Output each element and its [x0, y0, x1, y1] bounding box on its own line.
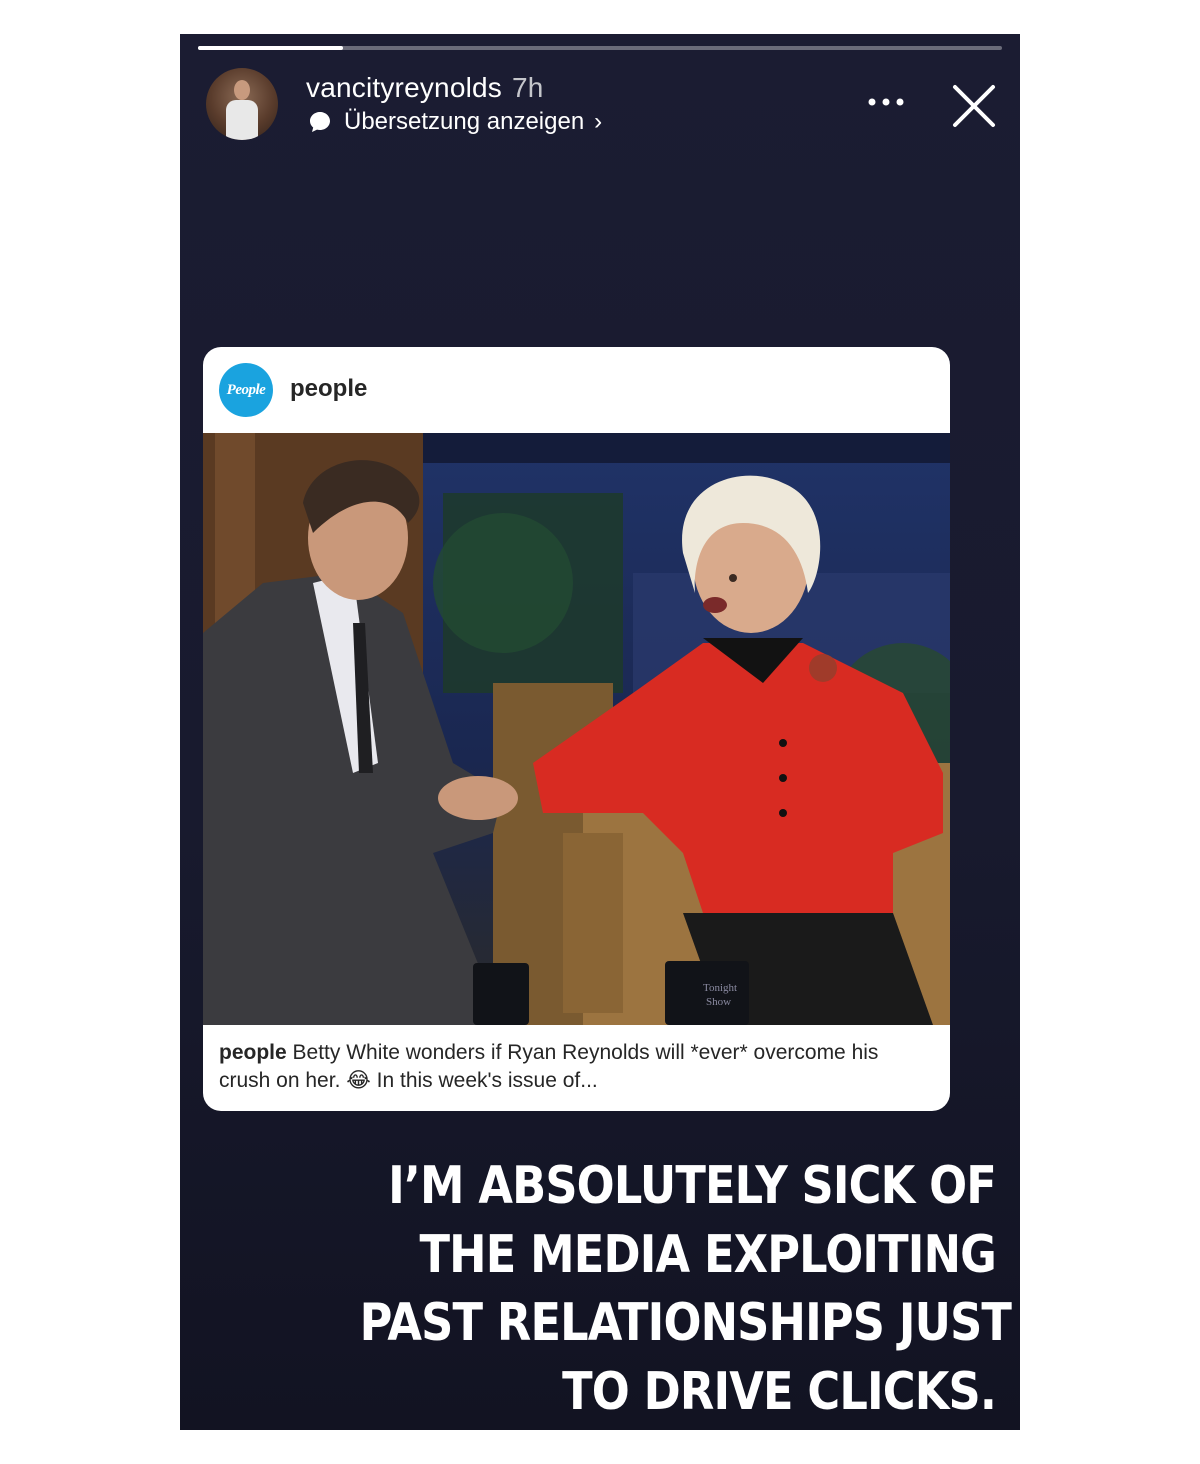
headline-line-4: TO DRIVE CLICKS.: [562, 1361, 997, 1422]
shared-post-photo[interactable]: Tonight Show: [203, 433, 950, 1025]
translate-label[interactable]: Übersetzung anzeigen: [344, 108, 584, 136]
speech-bubble-icon: [310, 112, 330, 132]
people-logo[interactable]: People: [219, 363, 273, 417]
story-viewer[interactable]: vancityreynolds 7h Übersetzung anzeigen ›…: [180, 34, 1020, 1430]
shared-post-account[interactable]: people: [290, 375, 367, 403]
mug-text-1: Tonight: [703, 982, 737, 994]
story-headline-text: I’M ABSOLUTELY SICK OF THE MEDIA EXPLOIT…: [359, 1152, 1012, 1426]
story-progress-fill: [198, 46, 343, 50]
laughing-emoji-icon: 😂: [346, 1069, 371, 1092]
shared-post-header: People people: [203, 347, 950, 433]
avatar[interactable]: [206, 68, 278, 140]
story-progress-bar: [198, 46, 1002, 50]
caption-account: people: [219, 1041, 287, 1064]
more-options-icon[interactable]: [866, 92, 906, 112]
people-logo-text: People: [226, 381, 266, 398]
story-username[interactable]: vancityreynolds: [306, 72, 502, 103]
headline-line-3: PAST RELATIONSHIPS JUST: [359, 1293, 1012, 1353]
story-username-line[interactable]: vancityreynolds 7h: [306, 72, 544, 104]
translate-link[interactable]: Übersetzung anzeigen ›: [308, 108, 602, 136]
mug-text-2: Show: [706, 996, 731, 1008]
post-photo-illustration: Tonight Show: [203, 433, 950, 1025]
headline-line-1: I’M ABSOLUTELY SICK OF: [388, 1156, 997, 1216]
shared-post-caption[interactable]: people Betty White wonders if Ryan Reyno…: [219, 1039, 919, 1095]
chevron-right-icon: ›: [594, 108, 603, 135]
caption-text-2: In this week's issue of...: [370, 1069, 598, 1092]
shared-post-card[interactable]: People people Tonight Show people Betty …: [203, 347, 950, 1111]
story-time: 7h: [511, 72, 544, 103]
close-icon[interactable]: [950, 82, 998, 130]
headline-line-2: THE MEDIA EXPLOITING: [419, 1224, 997, 1285]
